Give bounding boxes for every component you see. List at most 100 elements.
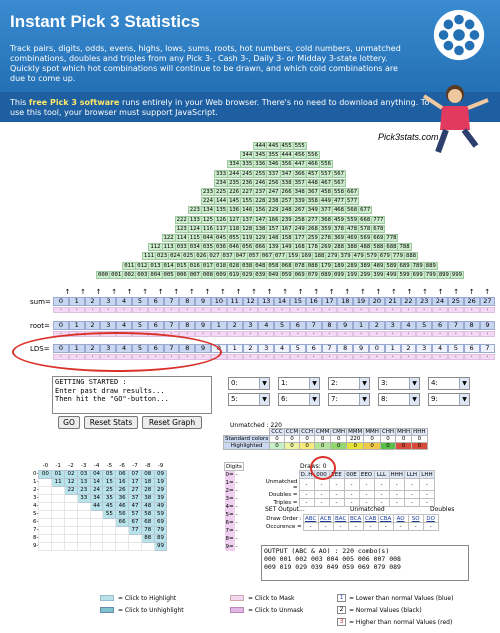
grid-cell[interactable]: 19 [153,477,168,487]
pyramid-cell[interactable]: 035 [200,243,215,252]
pyramid-cell[interactable]: 366 [292,169,307,178]
digit-select-1[interactable]: 1: ▼ [278,377,320,390]
mask-dot[interactable]: • [226,331,243,337]
lds-cell[interactable]: 5 [447,344,464,353]
lds-cell[interactable]: 2 [400,344,417,353]
pyramid-cell[interactable]: 788 [397,243,412,252]
mask-dot[interactable]: • [289,307,306,313]
pyramid-cell[interactable]: 058 [266,261,281,270]
pyramid-cell[interactable]: 223 [187,206,202,215]
chevron-down-icon[interactable]: ▼ [359,394,369,405]
go-button[interactable]: GO [58,416,80,429]
pyramid-cell[interactable]: 699 [410,270,425,279]
grid-cell[interactable]: 33 [76,493,91,503]
sum-cell[interactable]: 19 [353,297,369,306]
pyramid-cell[interactable]: 389 [358,261,373,270]
pyramid-cell[interactable]: 199 [345,270,360,279]
root-cell[interactable]: 1 [68,321,85,330]
pyramid-cell[interactable]: 007 [187,270,202,279]
draw-order-option[interactable]: BAC [332,514,349,523]
root-cell[interactable]: 8 [463,321,480,330]
grid-cell[interactable]: 38 [140,493,155,503]
mask-dot[interactable]: • [479,331,496,337]
mask-dot[interactable]: • [305,354,322,360]
grid-cell[interactable]: 12 [64,477,78,487]
mask-dot[interactable]: • [242,307,259,313]
pyramid-cell[interactable]: 088 [305,261,320,270]
pyramid-cell[interactable]: 344 [240,151,255,160]
pyramid-cell[interactable]: 679 [377,252,392,261]
pyramid-cell[interactable]: 079 [305,270,320,279]
pyramid-cell[interactable]: 018 [213,261,229,270]
mask-dot[interactable]: • [368,331,385,337]
mask-dot[interactable]: • [447,354,464,360]
pyramid-cell[interactable]: 455 [279,142,294,150]
pyramid-cell[interactable]: 356 [279,160,294,169]
pyramid-cell[interactable]: 066 [253,243,268,252]
sum-cell[interactable]: 7 [163,297,180,306]
pyramid-cell[interactable]: 349 [305,206,320,215]
pyramid-cell[interactable]: 046 [227,243,242,252]
pyramid-cell[interactable]: 116 [200,224,215,233]
mask-dot[interactable]: • [384,307,401,313]
pyramid-cell[interactable]: 339 [292,197,307,206]
pyramid-cell[interactable]: 001 [109,270,124,279]
pyramid-cell[interactable]: 577 [345,197,360,206]
pyramid-cell[interactable]: 167 [279,224,294,233]
sum-cell[interactable]: 24 [432,297,448,306]
pyramid-cell[interactable]: 179 [318,261,333,270]
sum-cell[interactable]: 27 [479,297,496,306]
mask-dot[interactable]: • [274,307,290,313]
pyramid-cell[interactable]: 117 [213,224,229,233]
reset-graph-button[interactable]: Reset Graph [142,416,202,429]
pyramid-cell[interactable]: 388 [345,243,360,252]
sum-cell[interactable]: 21 [384,297,401,306]
pyramid-cell[interactable]: 009 [213,270,229,279]
output-textarea[interactable]: OUTPUT (ABC & AO) : 220 combo(s) 000 001… [261,545,469,581]
pyramid-cell[interactable]: 017 [200,261,215,270]
pyramid-cell[interactable]: 089 [318,270,333,279]
pyramid-cell[interactable]: 588 [371,243,386,252]
digit-label[interactable]: 9= [224,542,235,551]
pyramid-cell[interactable]: 449 [318,197,333,206]
grid-cell[interactable]: 03 [76,469,91,479]
mask-dot[interactable]: • [289,354,306,360]
sum-cell[interactable]: 17 [321,297,338,306]
digit-select-4[interactable]: 4: ▼ [428,377,470,390]
pyramid-cell[interactable]: 459 [331,215,347,224]
mask-dot[interactable]: • [195,331,211,337]
pyramid-cell[interactable]: 348 [292,188,307,196]
pyramid-cell[interactable]: 468 [331,206,347,215]
pyramid-cell[interactable]: 239 [279,215,294,224]
pyramid-cell[interactable]: 268 [305,224,320,233]
pyramid-cell[interactable]: 047 [233,252,248,261]
lds-cell[interactable]: 4 [432,344,448,353]
digit-select-9[interactable]: 9: ▼ [428,393,470,406]
draw-order-option[interactable]: ABC [302,514,319,523]
digit-label[interactable]: 3= [224,494,235,503]
grid-cell[interactable]: 34 [89,493,104,503]
lds-cell[interactable]: 9 [353,344,369,353]
digit-label[interactable]: 7= [224,526,235,535]
root-cell[interactable]: 2 [368,321,385,330]
digit-select-8[interactable]: 8: ▼ [378,393,420,406]
root-cell[interactable]: 5 [416,321,433,330]
mask-dot[interactable]: • [353,331,369,337]
pyramid-cell[interactable]: 036 [213,243,229,252]
pyramid-cell[interactable]: 012 [135,261,150,270]
pyramid-cell[interactable]: 899 [436,270,451,279]
pyramid-cell[interactable]: 027 [207,252,222,261]
pyramid-cell[interactable]: 122 [161,234,176,242]
mask-dot[interactable]: • [210,307,227,313]
pyramid-cell[interactable]: 127 [227,215,242,224]
mask-dot[interactable]: • [479,354,496,360]
mask-dot[interactable]: • [479,307,496,313]
pyramid-cell[interactable]: 555 [292,142,307,150]
root-cell[interactable]: 1 [210,321,227,330]
pyramid-cell[interactable]: 779 [390,252,406,261]
grid-cell[interactable]: 24 [89,485,104,495]
pyramid-cell[interactable]: 336 [253,160,268,169]
pyramid-cell[interactable]: 077 [272,252,288,261]
pyramid-cell[interactable]: 114 [174,234,189,242]
grid-cell[interactable]: 22 [64,485,78,495]
